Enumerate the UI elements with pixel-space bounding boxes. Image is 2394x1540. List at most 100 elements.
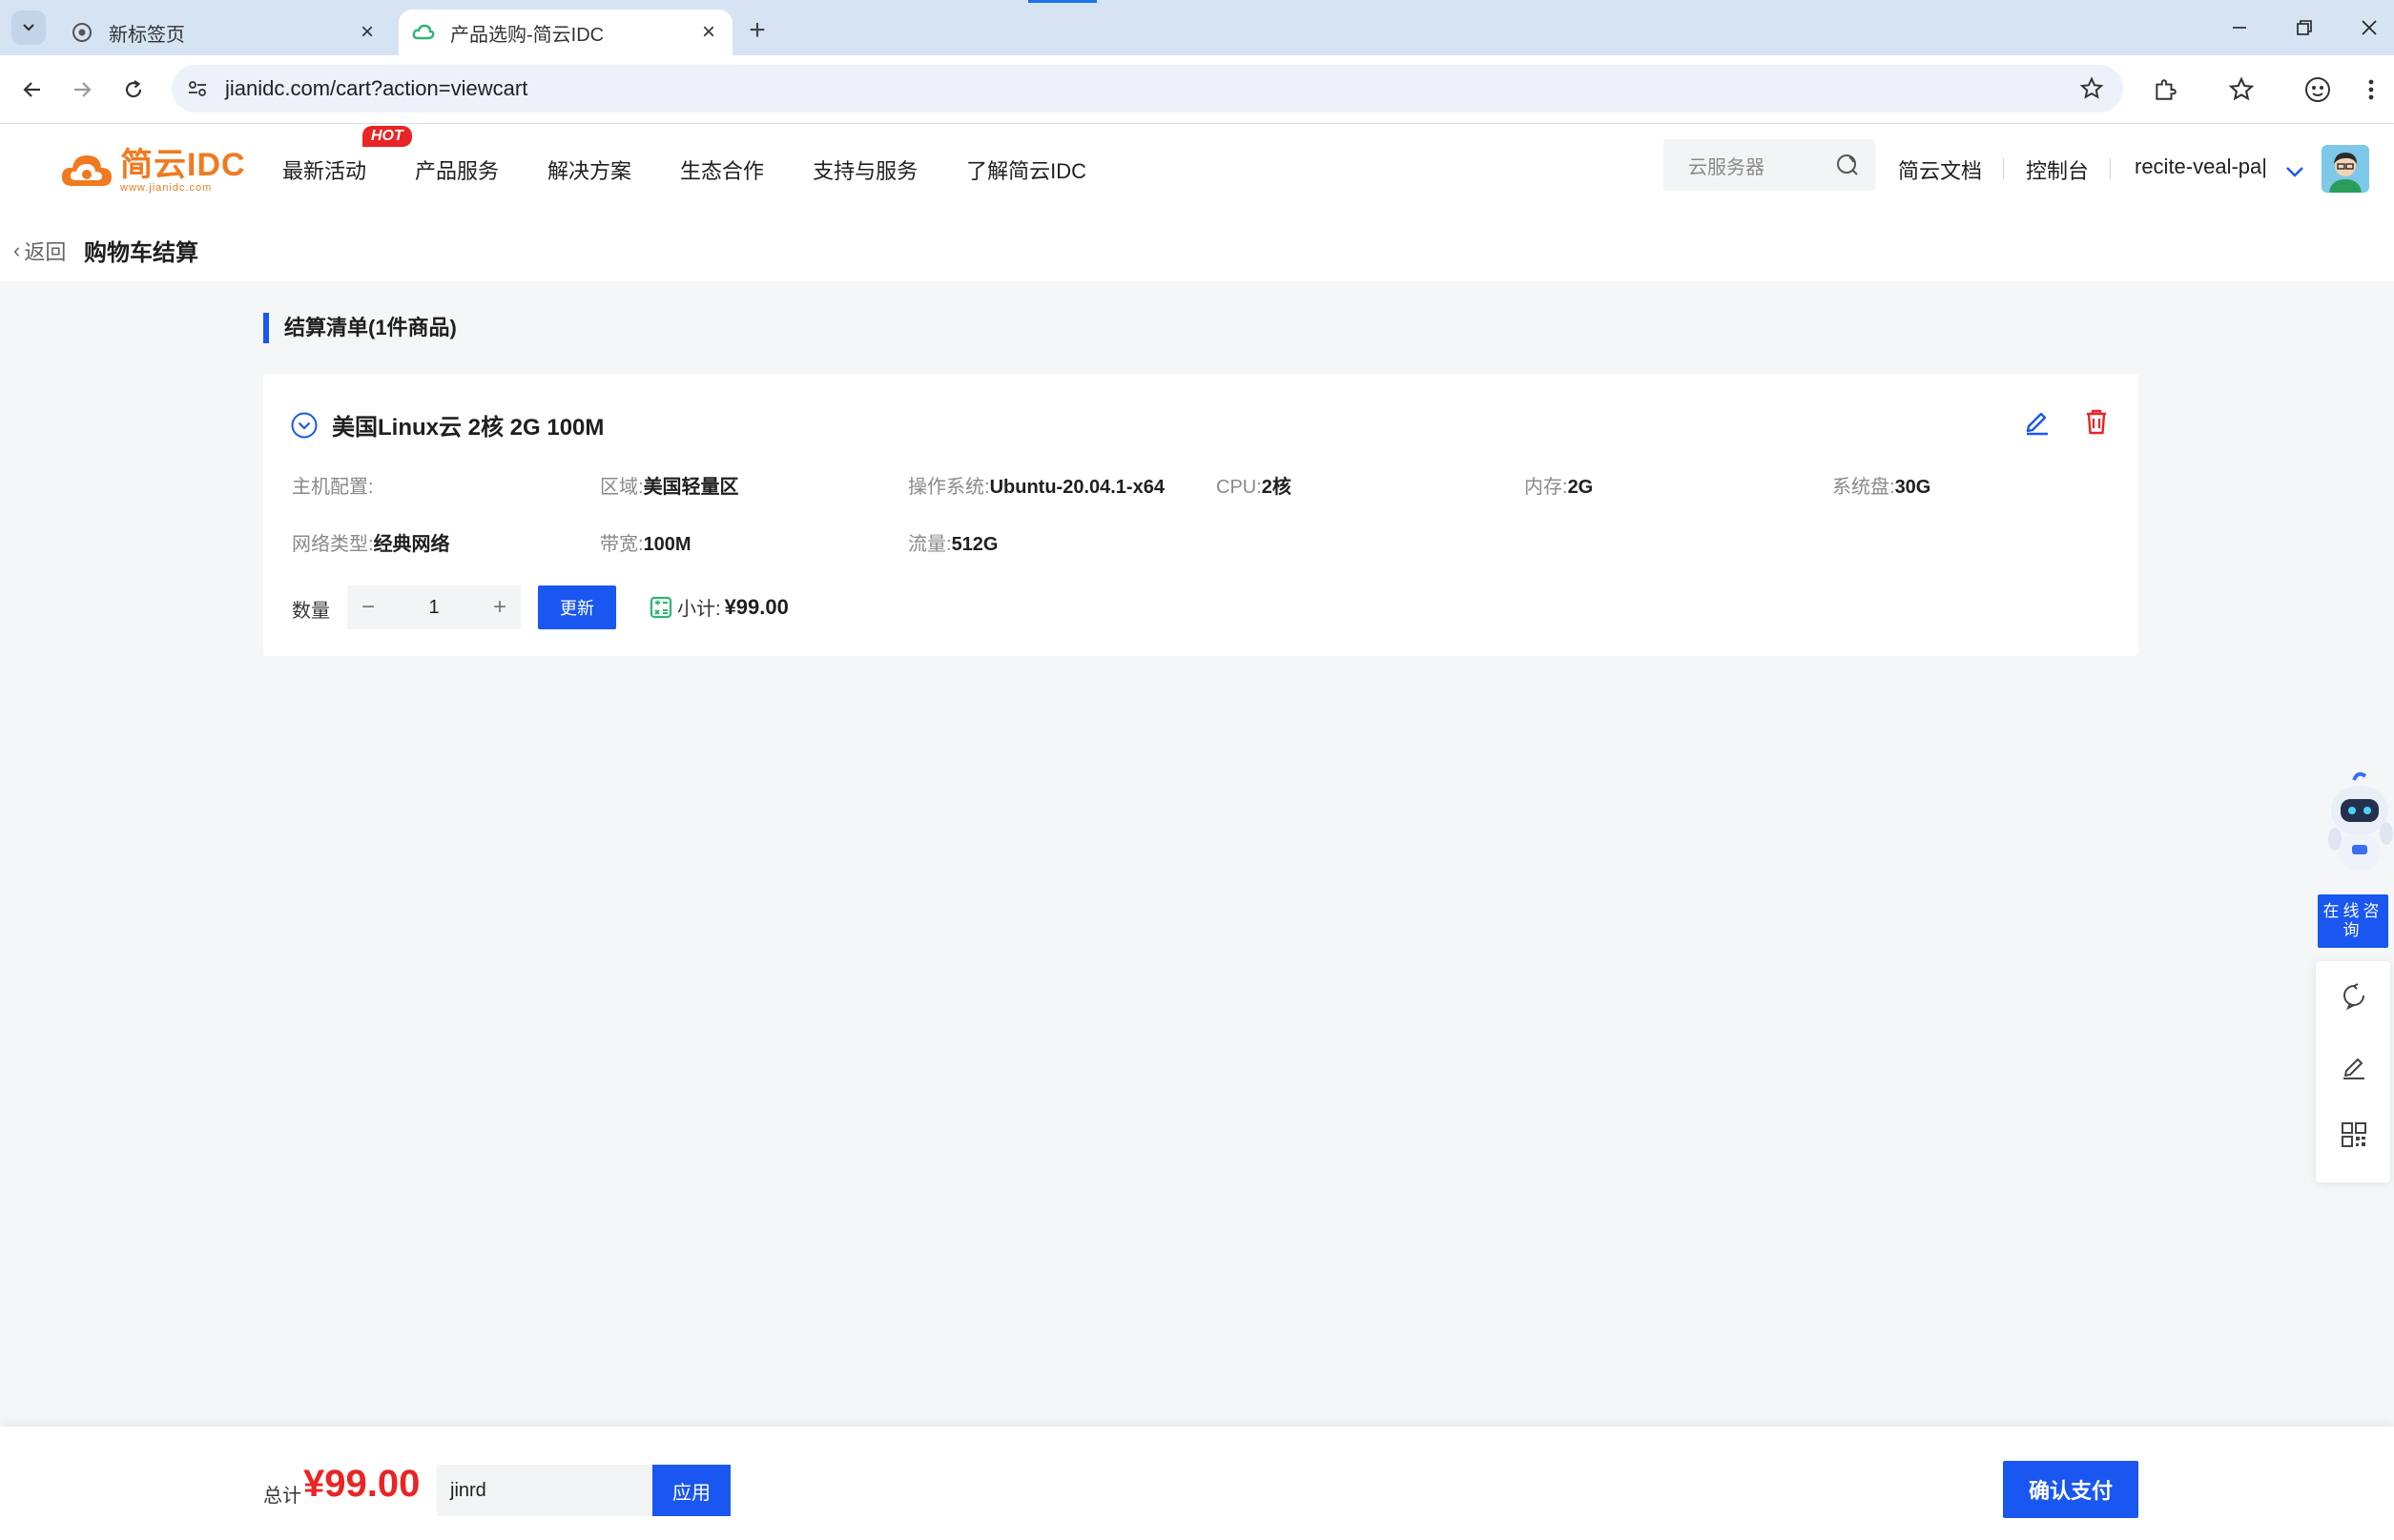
spec-disk: 系统盘:30G <box>1832 471 1930 499</box>
nav-item-about[interactable]: 了解简云IDC <box>966 154 1086 185</box>
quantity-decrease-button[interactable]: − <box>347 585 389 629</box>
spec-value: 2G <box>1567 477 1594 498</box>
spec-label: 网络类型: <box>292 534 374 555</box>
quantity-increase-button[interactable]: + <box>479 585 521 629</box>
avatar[interactable] <box>2322 145 2369 193</box>
nav-item-latest-events[interactable]: 最新活动 HOT <box>282 125 412 185</box>
spec-label: 系统盘: <box>1832 477 1895 498</box>
search-placeholder: 云服务器 <box>1688 156 1765 178</box>
chrome-icon <box>71 21 93 44</box>
logo-subtext: www.jianidc.com <box>120 181 213 194</box>
apply-coupon-button[interactable]: 应用 <box>652 1465 731 1516</box>
spec-host-config: 主机配置: <box>292 471 374 499</box>
edit-note-icon[interactable] <box>2339 1051 2369 1081</box>
chevron-left-icon: ‹ <box>13 238 21 262</box>
site-settings-icon[interactable] <box>183 74 212 103</box>
site-header: 简云IDC www.jianidc.com 最新活动 HOT 产品服务 解决方案… <box>0 124 2394 215</box>
divider <box>2110 158 2111 179</box>
spec-label: 内存: <box>1524 477 1568 498</box>
nav-item-solutions[interactable]: 解决方案 <box>547 154 631 185</box>
online-consult-button[interactable]: 在线咨询 <box>2318 894 2388 948</box>
browser-toolbar: jianidc.com/cart?action=viewcart <box>0 55 2394 124</box>
nav-item-support[interactable]: 支持与服务 <box>813 154 918 185</box>
delete-icon[interactable] <box>2081 406 2112 437</box>
spec-value: 经典网络 <box>373 534 450 555</box>
page-title: 购物车结算 <box>84 240 198 266</box>
tab-search-button[interactable] <box>11 10 46 45</box>
spec-os: 操作系统:Ubuntu-20.04.1-x64 <box>908 471 1165 499</box>
spec-label: 操作系统: <box>908 477 990 498</box>
browser-menu-button[interactable] <box>2352 71 2390 109</box>
puzzle-icon <box>2156 79 2177 100</box>
site-logo[interactable]: 简云IDC www.jianidc.com <box>59 147 246 195</box>
search-icon[interactable] <box>1831 149 1864 181</box>
restore-icon <box>2297 20 2312 35</box>
restore-button[interactable] <box>2276 8 2333 48</box>
total-label: 总计 <box>263 1486 301 1507</box>
feedback-icon[interactable] <box>2339 980 2369 1011</box>
tab-new-tab[interactable]: 新标签页 × <box>57 10 391 55</box>
nav-item-ecosystem[interactable]: 生态合作 <box>680 154 764 185</box>
section-title: 结算清单(1件商品) <box>263 313 457 343</box>
breadcrumb: ‹ 返回 购物车结算 <box>0 215 2394 281</box>
chevron-down-icon[interactable] <box>2281 158 2308 185</box>
cart-item-card: 美国Linux云 2核 2G 100M 主机配置: 区域:美国轻量区 操作系统:… <box>263 374 2138 656</box>
spec-traffic: 流量:512G <box>908 528 999 556</box>
update-button[interactable]: 更新 <box>538 585 616 629</box>
side-toolbar <box>2316 961 2390 1182</box>
bookmarks-button[interactable] <box>2222 71 2260 109</box>
reload-button[interactable] <box>114 71 153 109</box>
confirm-pay-button[interactable]: 确认支付 <box>2003 1461 2138 1518</box>
coupon-input[interactable]: jinrd <box>437 1465 652 1516</box>
address-bar[interactable]: jianidc.com/cart?action=viewcart <box>172 65 2123 113</box>
edit-icon[interactable] <box>2022 406 2053 437</box>
spec-value: Ubuntu-20.04.1-x64 <box>989 477 1165 498</box>
new-tab-button[interactable]: + <box>740 13 774 48</box>
logo-text: 简云IDC <box>120 146 246 183</box>
site-search-input[interactable]: 云服务器 <box>1663 139 1875 191</box>
arrow-left-icon <box>23 82 40 97</box>
collapse-chevron-icon[interactable] <box>290 411 319 440</box>
spec-region: 区域:美国轻量区 <box>600 471 739 499</box>
spec-label: 流量: <box>908 534 952 555</box>
spec-value: 100M <box>643 534 691 555</box>
back-label: 返回 <box>24 240 67 264</box>
profile-icon <box>2305 77 2330 102</box>
star-list-icon <box>2228 76 2255 101</box>
minimize-button[interactable] <box>2211 8 2268 48</box>
product-name: 美国Linux云 2核 2G 100M <box>332 415 605 441</box>
spec-value: 512G <box>951 534 999 555</box>
minimize-icon <box>2233 27 2246 29</box>
forward-button[interactable] <box>63 71 101 109</box>
spec-network: 网络类型:经典网络 <box>292 528 450 556</box>
browser-tab-strip: 新标签页 × 产品选购-简云IDC × + <box>0 0 2394 55</box>
calculator-icon <box>650 596 672 618</box>
spec-value: 2核 <box>1261 477 1291 498</box>
username-menu[interactable]: recite-veal-pa| <box>2135 154 2280 179</box>
arrow-right-icon <box>74 82 92 97</box>
hot-badge: HOT <box>362 125 412 147</box>
nav-label: 最新活动 <box>282 158 367 183</box>
close-tab-icon[interactable]: × <box>353 18 382 47</box>
back-button[interactable] <box>13 71 52 109</box>
close-tab-icon[interactable]: × <box>694 18 723 47</box>
checkout-bar: 总计 ¥99.00 jinrd 应用 确认支付 <box>0 1427 2394 1540</box>
docs-link[interactable]: 简云文档 <box>1898 154 1982 185</box>
extensions-button[interactable] <box>2146 71 2184 109</box>
close-window-button[interactable] <box>2341 8 2394 48</box>
cloud-logo-icon <box>61 155 112 186</box>
profile-button[interactable] <box>2299 71 2337 109</box>
assistant-robot-icon[interactable] <box>2312 763 2394 887</box>
main-nav: 最新活动 HOT 产品服务 解决方案 生态合作 支持与服务 了解简云IDC <box>282 124 1135 215</box>
quantity-input[interactable]: 1 <box>389 597 479 619</box>
divider <box>2003 158 2004 179</box>
subtotal: 小计: ¥99.00 <box>649 593 789 621</box>
subtotal-label: 小计: <box>677 599 721 620</box>
back-link[interactable]: ‹ 返回 <box>13 236 66 266</box>
close-icon <box>2362 20 2377 35</box>
qr-code-icon[interactable] <box>2339 1119 2369 1150</box>
tab-product-purchase[interactable]: 产品选购-简云IDC × <box>399 10 733 55</box>
bookmark-star-icon[interactable] <box>2077 74 2106 103</box>
nav-item-products[interactable]: 产品服务 <box>415 154 499 185</box>
console-link[interactable]: 控制台 <box>2026 154 2089 185</box>
